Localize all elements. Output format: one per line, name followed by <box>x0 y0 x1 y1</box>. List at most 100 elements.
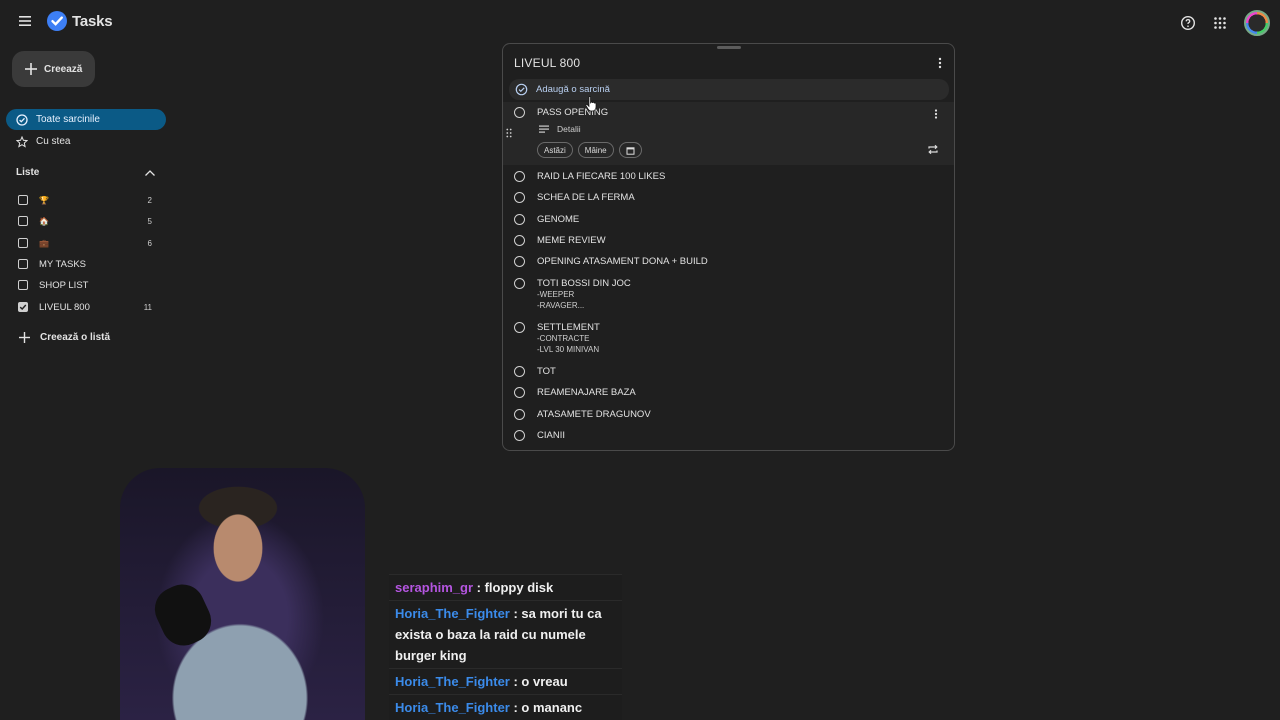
list-item-shop-list[interactable]: SHOP LIST <box>18 276 152 294</box>
chat-message: Horia_The_Fighter : o mananc <box>389 694 622 720</box>
chat-message: Horia_The_Fighter : sa mori tu ca exista… <box>389 600 622 668</box>
task-item[interactable]: SETTLEMENT -CONTRACTE -LVL 30 MINIVAN <box>514 322 600 355</box>
task-item[interactable]: CIANII <box>514 430 565 441</box>
notes-icon <box>539 125 549 133</box>
lists-header[interactable]: Liste <box>16 167 156 178</box>
task-complete-toggle[interactable] <box>514 322 525 333</box>
task-title: SCHEA DE LA FERMA <box>537 192 635 203</box>
task-title: CIANII <box>537 430 565 441</box>
task-item[interactable]: RAID LA FIECARE 100 LIKES <box>514 171 665 182</box>
lists-header-label: Liste <box>16 167 40 178</box>
add-task-button[interactable]: Adaugă o sarcină <box>509 79 949 100</box>
more-vert-icon <box>934 109 938 119</box>
list-count: 5 <box>147 216 152 226</box>
create-button-label: Creează <box>44 63 83 75</box>
task-complete-toggle[interactable] <box>514 171 525 182</box>
help-button[interactable] <box>1180 15 1196 31</box>
chat-username: Horia_The_Fighter <box>395 606 510 621</box>
task-note: -LVL 30 MINIVAN <box>537 345 600 354</box>
task-complete-toggle[interactable] <box>514 107 525 118</box>
stream-chat: seraphim_gr : floppy disk Horia_The_Figh… <box>389 574 622 720</box>
task-item[interactable]: OPENING ATASAMENT DONA + BUILD <box>514 256 708 267</box>
task-complete-toggle[interactable] <box>514 278 525 289</box>
task-title[interactable]: PASS OPENING <box>537 107 608 118</box>
task-item[interactable]: REAMENAJARE BAZA <box>514 387 636 398</box>
list-name: LIVEUL 800 <box>39 301 90 313</box>
task-more-button[interactable] <box>932 108 940 120</box>
list-name: 🏠 <box>39 216 49 226</box>
list-checkbox[interactable] <box>18 216 28 226</box>
task-complete-toggle[interactable] <box>514 366 525 377</box>
task-item[interactable]: TOT <box>514 366 556 377</box>
task-complete-toggle[interactable] <box>514 409 525 420</box>
nav-starred[interactable]: Cu stea <box>6 131 166 152</box>
list-item-briefcase[interactable]: 💼 6 <box>18 234 152 252</box>
date-picker-chip[interactable] <box>618 142 642 158</box>
panel-drag-handle[interactable] <box>717 46 741 49</box>
tasks-logo-icon <box>47 11 67 31</box>
drag-indicator-icon <box>506 128 512 138</box>
task-note: -WEEPER <box>537 290 575 299</box>
chat-message: seraphim_gr : floppy disk <box>389 574 622 600</box>
task-complete-toggle[interactable] <box>514 235 525 246</box>
main-menu-button[interactable] <box>14 10 36 32</box>
task-complete-toggle[interactable] <box>514 192 525 203</box>
apps-grid-icon <box>1214 17 1226 29</box>
nav-all-tasks[interactable]: Toate sarcinile <box>6 109 166 130</box>
list-name: 🏆 <box>39 195 49 205</box>
create-list-button[interactable]: Creează o listă <box>18 331 110 344</box>
check-circle-icon <box>16 113 28 126</box>
mouse-pointer-icon <box>585 96 597 112</box>
list-checkbox[interactable] <box>18 195 28 205</box>
list-checkbox[interactable] <box>18 259 28 269</box>
app-logo[interactable]: Tasks <box>46 10 113 32</box>
list-name: 💼 <box>39 238 49 248</box>
chat-text: : floppy disk <box>473 580 554 595</box>
task-item[interactable]: TOTI BOSSI DIN JOC -WEEPER -RAVAGER... <box>514 278 631 311</box>
task-title: TOTI BOSSI DIN JOC <box>537 278 631 289</box>
task-item[interactable]: SCHEA DE LA FERMA <box>514 192 635 203</box>
add-task-icon <box>515 83 528 96</box>
task-item[interactable]: ATASAMETE DRAGUNOV <box>514 409 651 420</box>
repeat-button[interactable] <box>927 144 939 155</box>
list-checkbox[interactable] <box>18 238 28 248</box>
task-complete-toggle[interactable] <box>514 387 525 398</box>
webcam-overlay <box>120 468 365 720</box>
create-button[interactable]: Creează <box>12 51 95 87</box>
list-item-house[interactable]: 🏠 5 <box>18 212 152 230</box>
today-chip[interactable]: Astăzi <box>537 142 573 158</box>
task-complete-toggle[interactable] <box>514 214 525 225</box>
task-complete-toggle[interactable] <box>514 430 525 441</box>
task-item[interactable]: GENOME <box>514 214 579 225</box>
task-item[interactable]: MEME REVIEW <box>514 235 606 246</box>
list-item-my-tasks[interactable]: MY TASKS <box>18 255 152 273</box>
list-count: 11 <box>143 302 152 312</box>
list-checkbox[interactable] <box>18 280 28 290</box>
chat-username: Horia_The_Fighter <box>395 700 510 715</box>
task-title: REAMENAJARE BAZA <box>537 387 636 398</box>
chevron-up-icon <box>145 169 155 176</box>
panel-more-button[interactable] <box>936 56 944 70</box>
task-details-field[interactable]: Detalii <box>538 124 581 134</box>
list-item-trophy[interactable]: 🏆 2 <box>18 191 152 209</box>
tomorrow-chip[interactable]: Mâine <box>577 142 614 158</box>
task-complete-toggle[interactable] <box>514 256 525 267</box>
apps-button[interactable] <box>1212 15 1228 31</box>
list-checkbox[interactable] <box>18 302 28 312</box>
task-title: ATASAMETE DRAGUNOV <box>537 409 651 420</box>
more-vert-icon <box>938 57 942 69</box>
list-name: MY TASKS <box>39 258 86 270</box>
task-title: GENOME <box>537 214 580 225</box>
list-name: SHOP LIST <box>39 279 89 291</box>
drag-handle[interactable] <box>506 128 512 138</box>
chat-text: : o vreau <box>509 674 568 689</box>
add-task-label: Adaugă o sarcină <box>536 84 610 95</box>
chat-text: : o mananc <box>509 700 583 715</box>
repeat-icon <box>928 144 938 155</box>
plus-icon <box>19 332 30 343</box>
account-avatar[interactable] <box>1244 10 1270 36</box>
list-item-liveul-800[interactable]: LIVEUL 800 11 <box>18 298 152 316</box>
list-count: 6 <box>147 238 152 248</box>
star-icon <box>16 135 28 148</box>
task-note: -CONTRACTE <box>537 334 590 343</box>
